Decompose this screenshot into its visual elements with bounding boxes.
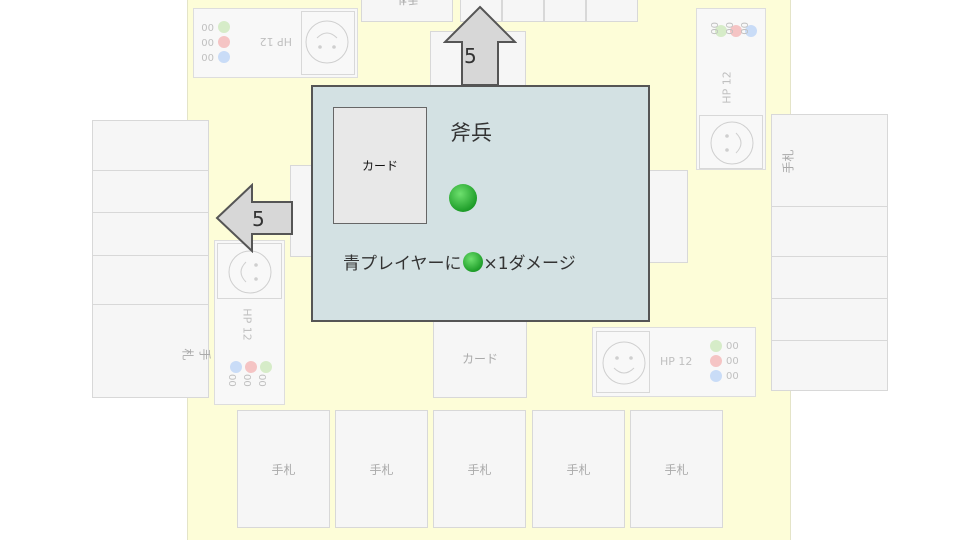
player-avatar bbox=[596, 331, 650, 393]
blue-gem-icon bbox=[230, 361, 242, 373]
top-hand-card[interactable]: 手札 bbox=[361, 0, 453, 22]
blue-gem-icon bbox=[710, 370, 722, 382]
player-avatar bbox=[699, 115, 763, 169]
red-gem-icon bbox=[710, 355, 722, 367]
my-hand-card[interactable]: 手札 bbox=[630, 410, 723, 528]
up-arrow-icon bbox=[443, 5, 517, 86]
resource-values: 00 bbox=[738, 22, 749, 35]
green-gem-icon bbox=[462, 251, 483, 272]
left-hand-card[interactable]: 手札 bbox=[92, 304, 212, 398]
player-panel-self: HP 12 00 00 00 bbox=[592, 327, 756, 397]
player-avatar bbox=[301, 11, 355, 75]
resource-row bbox=[230, 361, 272, 373]
player-panel-top-left: HP 12 00 00 00 bbox=[193, 8, 358, 78]
resource-red: 00 bbox=[710, 355, 739, 367]
popup-card-name: 斧兵 bbox=[450, 121, 492, 145]
hp-text: HP 12 bbox=[720, 71, 734, 104]
red-gem-icon bbox=[245, 361, 257, 373]
popup-card-image: カード bbox=[333, 107, 427, 224]
blue-gem-icon bbox=[218, 51, 230, 63]
my-hand-card[interactable]: 手札 bbox=[433, 410, 526, 528]
green-gem-icon bbox=[218, 21, 230, 33]
left-hand-card[interactable] bbox=[92, 212, 209, 256]
popup-card-description: 青プレイヤーに ×1ダメージ bbox=[343, 249, 576, 274]
my-hand-card[interactable]: 手札 bbox=[237, 410, 330, 528]
resource-values: 00 bbox=[243, 374, 254, 387]
hp-text: HP 12 bbox=[660, 355, 693, 368]
left-arrow-value: 5 bbox=[252, 207, 265, 231]
hp-text: HP 12 bbox=[240, 308, 254, 341]
top-hand-card[interactable] bbox=[544, 0, 586, 22]
smiley-face-icon bbox=[602, 341, 646, 385]
resource-blue: 00 bbox=[710, 370, 739, 382]
left-hand-card[interactable] bbox=[92, 255, 209, 305]
red-gem-icon bbox=[218, 36, 230, 48]
resource-values: 00 bbox=[228, 374, 239, 387]
smiley-face-icon bbox=[305, 20, 349, 64]
up-arrow-value: 5 bbox=[464, 44, 477, 68]
resource-green: 00 bbox=[201, 21, 230, 33]
my-hand-card[interactable]: 手札 bbox=[532, 410, 625, 528]
right-hand-card[interactable] bbox=[771, 340, 888, 391]
my-hand-card[interactable]: 手札 bbox=[335, 410, 428, 528]
resource-green: 00 bbox=[710, 340, 739, 352]
my-field-card[interactable]: カード bbox=[433, 318, 527, 398]
left-hand-card[interactable] bbox=[92, 120, 209, 171]
green-gem-icon bbox=[710, 340, 722, 352]
right-field-card[interactable] bbox=[646, 170, 688, 263]
right-hand-card[interactable] bbox=[771, 298, 888, 341]
green-gem-icon bbox=[449, 184, 477, 212]
left-hand-card[interactable] bbox=[92, 170, 209, 213]
hp-text: HP 12 bbox=[259, 35, 292, 48]
right-hand-card[interactable] bbox=[771, 256, 888, 299]
right-hand-card[interactable] bbox=[771, 206, 888, 257]
resource-values: 00 bbox=[258, 374, 269, 387]
smiley-face-icon bbox=[710, 121, 754, 165]
resource-values: 00 bbox=[723, 22, 734, 35]
resource-values: 00 bbox=[708, 22, 719, 35]
resource-red: 00 bbox=[201, 36, 230, 48]
resource-blue: 00 bbox=[201, 51, 230, 63]
green-gem-icon bbox=[260, 361, 272, 373]
top-hand-card[interactable] bbox=[586, 0, 638, 22]
right-hand-card[interactable]: 手札 bbox=[771, 114, 888, 207]
